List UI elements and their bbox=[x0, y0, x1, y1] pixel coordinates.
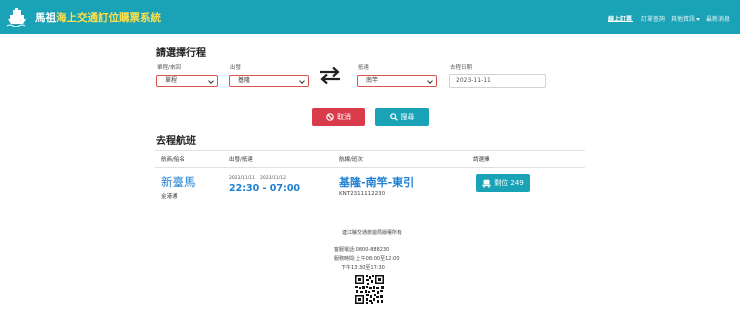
nav-other-info-label: 其他資訊 bbox=[671, 16, 696, 23]
column-header-route: 航線/班次 bbox=[339, 157, 363, 163]
company-name: 金港通 bbox=[161, 194, 178, 200]
route-name: 基隆-南竿-東引 bbox=[339, 176, 415, 189]
qr-code bbox=[354, 274, 385, 305]
column-header-select: 請選擇 bbox=[473, 157, 490, 163]
results-title: 去程航班 bbox=[156, 136, 196, 147]
chevron-down-icon bbox=[427, 78, 433, 84]
footer-copyright: 連江縣交通旅遊局版權所有 bbox=[342, 230, 403, 236]
depart-date: 2023/11/11 bbox=[229, 176, 255, 181]
table-header-divider bbox=[155, 167, 585, 168]
sail-times: 22:30 - 07:00 bbox=[229, 183, 301, 194]
brand-prefix: 馬祖 bbox=[35, 12, 56, 24]
ship-name: 新臺馬 bbox=[161, 175, 196, 189]
nav-other-info[interactable]: 其他資訊 bbox=[671, 14, 701, 23]
column-header-time: 出發/抵達 bbox=[229, 157, 253, 163]
nav-latest-news[interactable]: 最新消息 bbox=[706, 14, 730, 23]
nav-order-query[interactable]: 訂單查詢 bbox=[641, 14, 665, 23]
search-button-label: 搜尋 bbox=[400, 113, 415, 121]
footer-hours-am: 服務時間:上午08:00至12:00 bbox=[334, 256, 400, 262]
form-title: 請選擇行程 bbox=[156, 48, 206, 59]
date-input[interactable]: 2023-11-11 bbox=[449, 74, 546, 88]
seat-icon bbox=[482, 179, 491, 188]
brand-suffix: 海上交通訂位購票系統 bbox=[56, 12, 161, 24]
site-brand[interactable]: 馬祖海上交通訂位購票系統 bbox=[35, 10, 161, 25]
trip-type-value: 單程 bbox=[165, 77, 178, 84]
arrival-select[interactable]: 南竿 bbox=[357, 75, 437, 87]
voyage-number: KNT2311112230 bbox=[339, 191, 386, 197]
swap-arrows-icon[interactable] bbox=[318, 65, 342, 85]
chevron-down-icon bbox=[696, 18, 701, 21]
search-button[interactable]: 搜尋 bbox=[375, 108, 429, 126]
date-label: 去程日期 bbox=[450, 65, 473, 71]
departure-label: 出發 bbox=[230, 65, 242, 71]
trip-type-select[interactable]: 單程 bbox=[156, 75, 218, 87]
chevron-down-icon bbox=[299, 78, 305, 84]
ship-icon[interactable] bbox=[7, 8, 27, 27]
arrival-value: 南竿 bbox=[366, 77, 379, 84]
ban-icon bbox=[326, 113, 334, 121]
footer-phone: 客服電話:0800-888230 bbox=[334, 247, 390, 253]
select-seat-label: 剩位 249 bbox=[494, 179, 524, 187]
arrival-label: 抵達 bbox=[358, 65, 370, 71]
departure-value: 基隆 bbox=[238, 77, 251, 84]
trip-type-label: 單程/來回 bbox=[157, 65, 181, 71]
nav-active-underline bbox=[608, 21, 633, 22]
departure-select[interactable]: 基隆 bbox=[229, 75, 309, 87]
footer-hours-pm: 下午13:30至17:30 bbox=[341, 265, 385, 271]
column-header-ship: 航商/船名 bbox=[161, 157, 185, 163]
arrive-date: 2023/11/12 bbox=[260, 176, 286, 181]
search-icon bbox=[389, 113, 398, 121]
select-seat-button[interactable]: 剩位 249 bbox=[476, 174, 530, 192]
cancel-button-label: 取消 bbox=[337, 113, 351, 121]
top-navbar: 馬祖海上交通訂位購票系統 線上訂票 訂單查詢 其他資訊 最新消息 bbox=[0, 0, 740, 34]
table-top-divider bbox=[155, 150, 585, 151]
cancel-button[interactable]: 取消 bbox=[312, 108, 365, 126]
chevron-down-icon bbox=[208, 78, 214, 84]
